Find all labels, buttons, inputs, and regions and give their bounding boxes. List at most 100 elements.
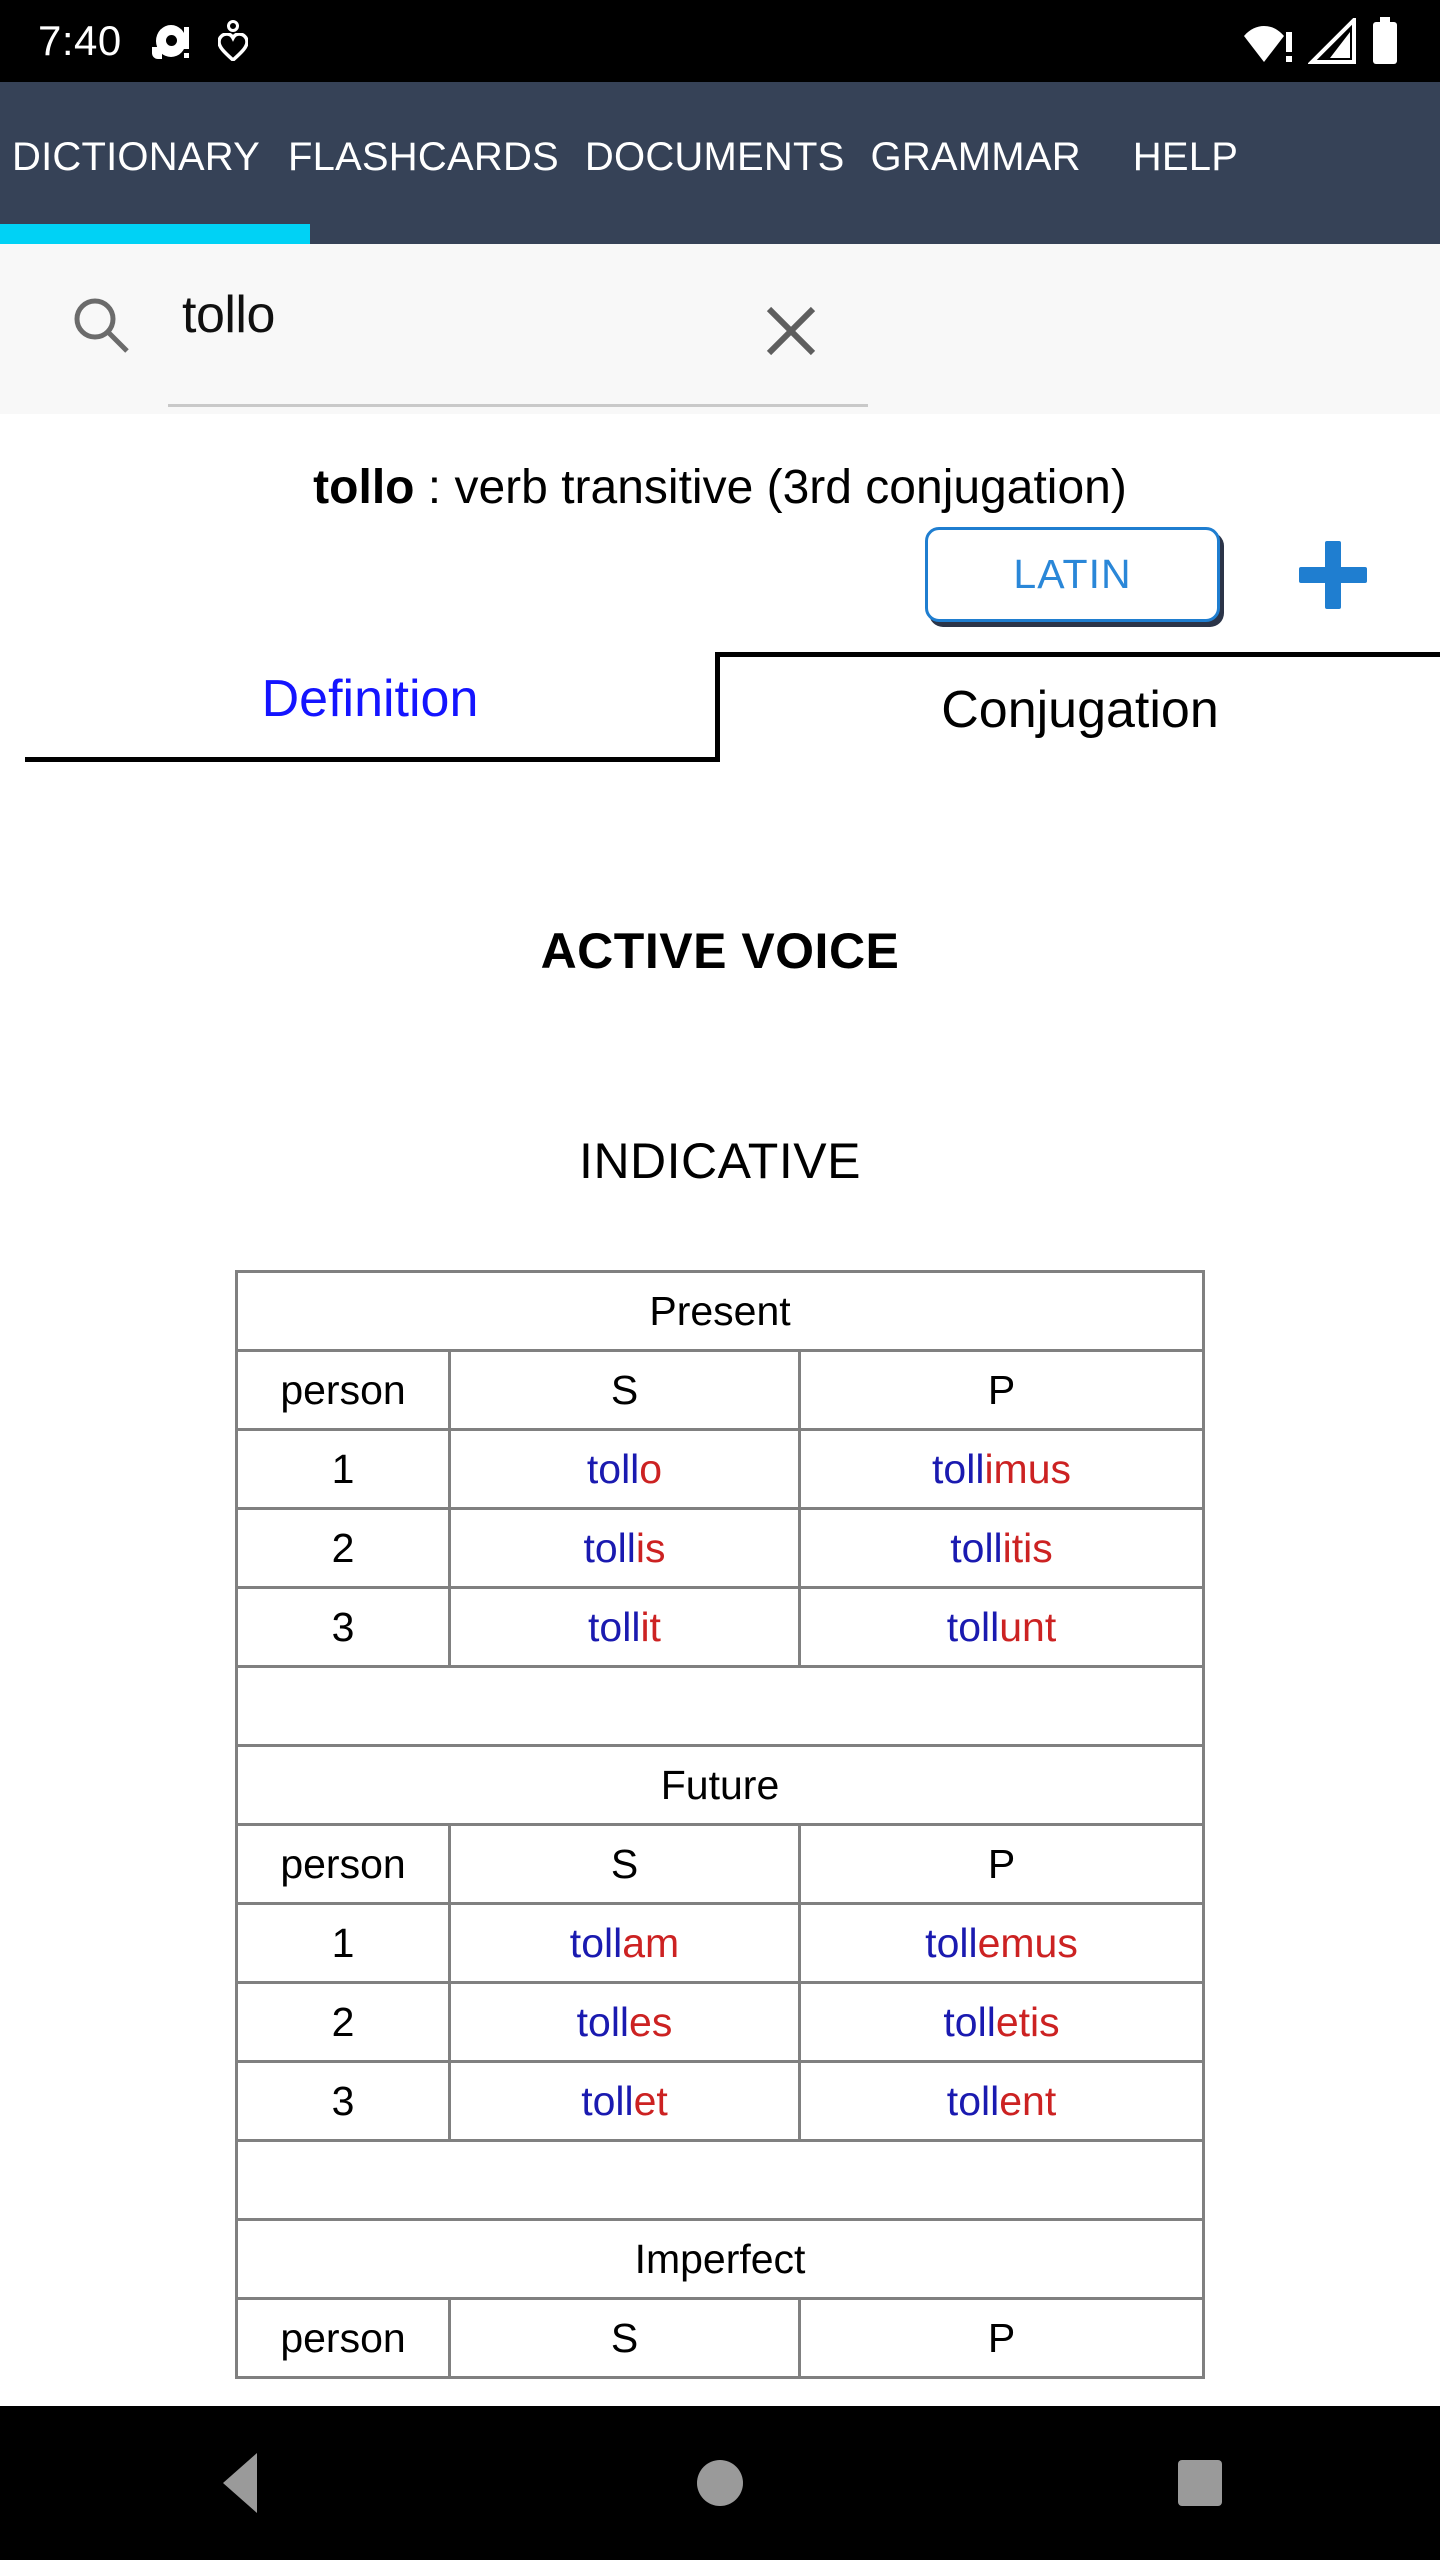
mood-title: INDICATIVE (579, 1133, 861, 1189)
conjugation-table: Present person S P 1 tollo tollimus 2 tollis toll… (234, 1270, 1206, 2379)
status-bar-right (1242, 17, 1440, 65)
verb-stem: toll (946, 1603, 1000, 1650)
wifi-warning-icon (1242, 18, 1294, 64)
verb-ending: et (633, 2077, 668, 2124)
search-icon[interactable] (70, 294, 132, 361)
verb-ending: o (639, 1445, 663, 1492)
verb-ending: imus (984, 1445, 1072, 1492)
tense-spacer-row (234, 2139, 1206, 2221)
column-header-singular: S (448, 2297, 801, 2379)
column-header-person: person (235, 1349, 451, 1431)
tab-grammar[interactable]: GRAMMAR (871, 135, 1081, 180)
singular-form-cell: tollit (448, 1586, 801, 1668)
tense-spacer-row (234, 1665, 1206, 1747)
tense-title-row: Future (234, 1744, 1206, 1826)
app-screen: 7:40 DICTIONARY FLASHCARDS DOCUMENTS GRA… (0, 0, 1440, 2560)
column-header-person: person (235, 2297, 451, 2379)
entry-tab-bar: Definition Conjugation (0, 640, 1440, 770)
singular-form-cell: tollis (448, 1507, 801, 1589)
tense-spacer-cell (234, 1665, 1206, 1747)
app-bar-tab-list: DICTIONARY FLASHCARDS DOCUMENTS GRAMMAR … (0, 82, 1440, 232)
person-cell: 1 (235, 1902, 451, 1984)
back-icon (223, 2453, 257, 2513)
tab-conjugation[interactable]: Conjugation (715, 652, 1440, 762)
table-row: 3 tollet tollent (235, 2060, 1206, 2142)
plus-icon[interactable] (1295, 537, 1371, 618)
tense-title-row: Imperfect (234, 2218, 1206, 2300)
verb-stem: toll (932, 1445, 985, 1492)
column-header-singular: S (448, 1823, 801, 1905)
android-nav-bar (0, 2406, 1440, 2560)
status-clock: 7:40 (38, 17, 122, 64)
tense-spacer-cell (234, 2139, 1206, 2221)
singular-form-cell: tollet (448, 2060, 801, 2142)
nav-back-button[interactable] (140, 2406, 340, 2560)
verb-stem: toll (583, 1524, 636, 1571)
verb-ending: emus (977, 1919, 1078, 1966)
verb-ending: am (622, 1919, 680, 1966)
recents-icon (1178, 2460, 1222, 2506)
tab-flashcards[interactable]: FLASHCARDS (288, 135, 559, 180)
tab-help[interactable]: HELP (1133, 135, 1238, 180)
person-cell: 3 (235, 1586, 451, 1668)
tab-dictionary[interactable]: DICTIONARY (12, 135, 260, 180)
nav-home-button[interactable] (620, 2406, 820, 2560)
nav-recents-button[interactable] (1100, 2406, 1300, 2560)
verb-ending: is (635, 1524, 666, 1571)
voice-title: ACTIVE VOICE (540, 923, 900, 979)
verb-stem: toll (588, 1603, 641, 1650)
verb-ending: it (640, 1603, 661, 1650)
heart-location-icon (217, 20, 248, 62)
status-bar-left: 7:40 (0, 20, 248, 62)
close-icon[interactable] (760, 300, 822, 367)
app-bar: DICTIONARY FLASHCARDS DOCUMENTS GRAMMAR … (0, 82, 1440, 244)
verb-stem: toll (581, 2077, 634, 2124)
verb-ending: etis (995, 1998, 1060, 2045)
column-header-singular: S (448, 1349, 801, 1431)
column-header-person: person (235, 1823, 451, 1905)
tab-documents[interactable]: DOCUMENTS (585, 135, 845, 180)
tense-title: Future (234, 1744, 1206, 1826)
verb-stem: toll (946, 2077, 1000, 2124)
verb-stem: toll (943, 1998, 996, 2045)
singular-form-cell: tollam (448, 1902, 801, 1984)
column-header-row: person S P (235, 1823, 1206, 1905)
plural-form-cell: tollent (797, 2060, 1206, 2142)
verb-stem: toll (925, 1919, 978, 1966)
person-cell: 2 (235, 1507, 451, 1589)
plural-form-cell: tollitis (797, 1507, 1206, 1589)
person-cell: 3 (235, 2060, 451, 2142)
language-button[interactable]: LATIN (925, 527, 1220, 622)
verb-ending: unt (999, 1603, 1057, 1650)
table-row: 1 tollo tollimus (235, 1428, 1206, 1510)
battery-icon (1370, 17, 1400, 65)
table-row: 3 tollit tollunt (235, 1586, 1206, 1668)
headword-separator: : (414, 461, 455, 514)
column-header-row: person S P (235, 2297, 1206, 2379)
column-header-plural: P (797, 1823, 1206, 1905)
plural-form-cell: tollemus (797, 1902, 1206, 1984)
language-button-label: LATIN (1013, 551, 1132, 597)
search-input[interactable]: tollo (182, 289, 275, 341)
headword-line: tollo : verb transitive (3rd conjugation… (0, 460, 1440, 515)
tab-definition[interactable]: Definition (25, 640, 715, 762)
column-header-row: person S P (235, 1349, 1206, 1431)
verb-ending: itis (1002, 1524, 1053, 1571)
headword: tollo (313, 461, 415, 514)
status-bar: 7:40 (0, 0, 1440, 82)
verb-stem: toll (950, 1524, 1003, 1571)
singular-form-cell: tollo (448, 1428, 801, 1510)
verb-stem: toll (576, 1998, 630, 2045)
part-of-speech: verb transitive (3rd conjugation) (454, 461, 1127, 514)
verb-stem: toll (586, 1445, 640, 1492)
verb-ending: ent (999, 2077, 1057, 2124)
person-cell: 1 (235, 1428, 451, 1510)
column-header-plural: P (797, 1349, 1206, 1431)
active-tab-indicator (0, 224, 310, 244)
table-row: 2 tollis tollitis (235, 1507, 1206, 1589)
person-cell: 2 (235, 1981, 451, 2063)
tab-conjugation-label: Conjugation (941, 680, 1219, 739)
plural-form-cell: tolletis (797, 1981, 1206, 2063)
plural-form-cell: tollunt (797, 1586, 1206, 1668)
tense-title: Imperfect (234, 2218, 1206, 2300)
